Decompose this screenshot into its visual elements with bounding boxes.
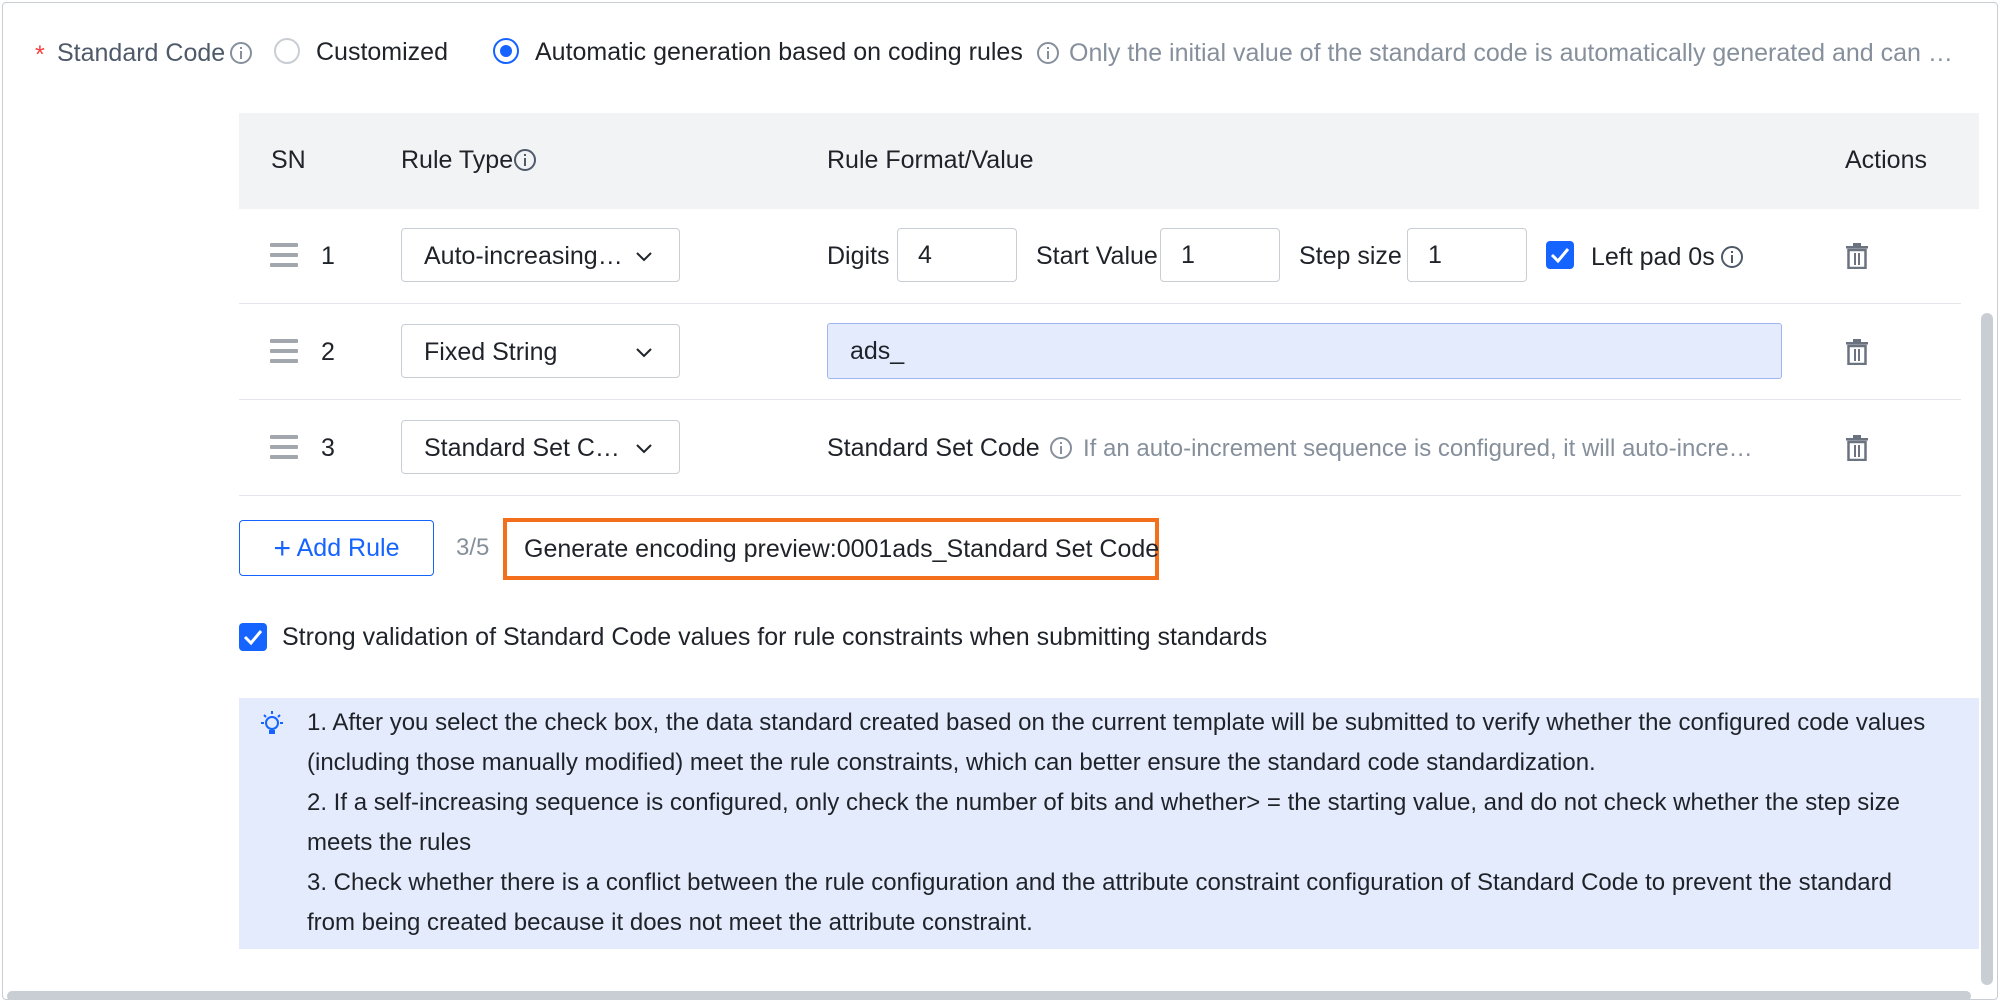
- notice-line: (including those manually modified) meet…: [307, 749, 1596, 776]
- auto-increment-hint: If an auto-increment sequence is configu…: [1083, 435, 1753, 462]
- encoding-preview-text: Generate encoding preview:0001ads_Standa…: [524, 535, 1160, 563]
- start-value-label: Start Value: [1036, 242, 1158, 270]
- row-sn: 2: [321, 338, 335, 366]
- strong-validation-label[interactable]: Strong validation of Standard Code value…: [282, 622, 1267, 652]
- info-icon: [1721, 246, 1743, 268]
- required-mark: *: [35, 41, 45, 69]
- vertical-scrollbar[interactable]: [1981, 313, 1993, 985]
- column-header-sn: SN: [271, 146, 306, 174]
- customized-radio[interactable]: [274, 38, 300, 64]
- encoding-preview-box: Generate encoding preview:0001ads_Standa…: [503, 518, 1159, 580]
- horizontal-scrollbar[interactable]: [7, 991, 1971, 999]
- row-divider: [239, 495, 1961, 496]
- standard-code-label: Standard Code: [57, 39, 226, 67]
- step-size-input[interactable]: 1: [1407, 228, 1527, 282]
- row-sn: 3: [321, 434, 335, 462]
- notice-line: 2. If a self-increasing sequence is conf…: [307, 789, 1900, 816]
- validation-notice: 1. After you select the check box, the d…: [239, 698, 1979, 949]
- rule-count: 3/5: [456, 534, 490, 561]
- digits-label: Digits: [827, 242, 890, 270]
- automatic-generation-radio[interactable]: [493, 38, 519, 64]
- drag-handle-icon[interactable]: [270, 435, 298, 461]
- add-rule-label: Add Rule: [296, 534, 400, 562]
- strong-validation-checkbox[interactable]: [239, 623, 267, 651]
- check-icon: [243, 630, 263, 646]
- auto-generation-hint: Only the initial value of the standard c…: [1069, 39, 1953, 67]
- drag-handle-icon[interactable]: [270, 339, 298, 365]
- rules-table-header: SN Rule Type Rule Format/Value Actions: [239, 113, 1979, 209]
- drag-handle-icon[interactable]: [270, 243, 298, 269]
- info-icon: [1037, 42, 1059, 64]
- rule-type-select[interactable]: Fixed String: [401, 324, 680, 378]
- column-header-rule-format: Rule Format/Value: [827, 146, 1034, 174]
- check-icon: [1550, 248, 1570, 264]
- standard-code-panel: * Standard Code Customized Automatic gen…: [2, 2, 1998, 1000]
- row-divider: [239, 399, 1961, 400]
- customized-option-label[interactable]: Customized: [316, 37, 448, 67]
- delete-icon[interactable]: [1846, 339, 1868, 365]
- delete-icon[interactable]: [1846, 243, 1868, 269]
- notice-line: 1. After you select the check box, the d…: [307, 709, 1926, 736]
- add-rule-button[interactable]: + Add Rule: [239, 520, 434, 576]
- step-size-label: Step size: [1299, 242, 1402, 270]
- rule-type-value: Standard Set C…: [424, 434, 620, 462]
- fixed-string-input[interactable]: ads_: [827, 323, 1782, 379]
- info-icon: [1050, 437, 1072, 459]
- plus-icon: +: [273, 532, 292, 565]
- column-header-actions: Actions: [1845, 146, 1927, 174]
- start-value-input[interactable]: 1: [1160, 228, 1280, 282]
- column-header-rule-type: Rule Type: [401, 146, 514, 174]
- left-pad-label: Left pad 0s: [1591, 243, 1715, 271]
- info-icon: [230, 42, 252, 64]
- digits-input[interactable]: 4: [897, 228, 1017, 282]
- rule-type-select[interactable]: Auto-increasing …: [401, 228, 680, 282]
- chevron-down-icon: [636, 348, 652, 358]
- standard-set-code-label: Standard Set Code: [827, 434, 1040, 462]
- rule-type-value: Fixed String: [424, 338, 558, 366]
- row-sn: 1: [321, 242, 335, 270]
- automatic-generation-option-label[interactable]: Automatic generation based on coding rul…: [535, 37, 1023, 67]
- chevron-down-icon: [636, 444, 652, 454]
- chevron-down-icon: [636, 252, 652, 262]
- lightbulb-icon: [261, 711, 283, 734]
- notice-line: from being created because it does not m…: [307, 909, 1033, 936]
- rule-type-value: Auto-increasing …: [424, 242, 624, 270]
- rule-type-select[interactable]: Standard Set C…: [401, 420, 680, 474]
- left-pad-checkbox[interactable]: [1546, 241, 1574, 269]
- notice-line: 3. Check whether there is a conflict bet…: [307, 869, 1892, 896]
- row-divider: [239, 303, 1961, 304]
- delete-icon[interactable]: [1846, 435, 1868, 461]
- notice-line: meets the rules: [307, 829, 472, 856]
- info-icon: [514, 149, 536, 171]
